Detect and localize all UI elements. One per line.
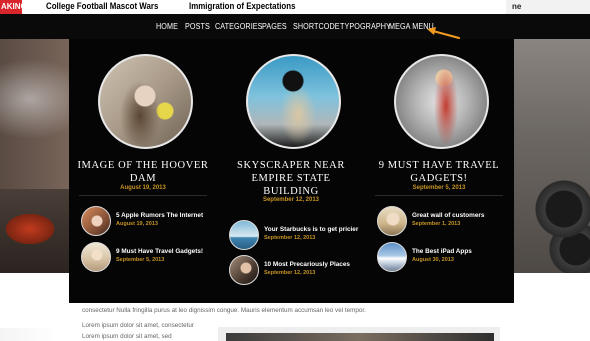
featured-title[interactable]: SKYSCRAPER NEAR EMPIRE STATE BUILDING xyxy=(221,159,361,198)
ticker-right-panel: ne xyxy=(506,0,590,14)
post-date: August 30, 2013 xyxy=(412,257,454,263)
mega-column-3: 9 MUST HAVE TRAVEL GADGETS! September 5,… xyxy=(365,39,513,303)
nav-pages[interactable]: PAGES xyxy=(262,14,287,39)
post-title[interactable]: Your Starbucks is to get pricier xyxy=(264,226,358,233)
post-thumbnail[interactable] xyxy=(377,206,407,236)
sidebar-image[interactable] xyxy=(226,333,494,341)
body-paragraph: consectetur Nulla fringilla purus at leo… xyxy=(82,307,366,314)
featured-image[interactable] xyxy=(394,54,489,149)
post-title[interactable]: 9 Must Have Travel Gadgets! xyxy=(116,248,203,255)
breaking-tag: AKING xyxy=(0,0,22,14)
mega-column-1: IMAGE OF THE HOOVER DAM August 19, 2013 … xyxy=(69,39,217,303)
post-date: September 12, 2013 xyxy=(264,235,316,241)
nav-shortcode[interactable]: SHORTCODE xyxy=(293,14,340,39)
divider xyxy=(79,195,207,196)
nav-typography[interactable]: TYPOGRAPHY xyxy=(340,14,391,39)
post-date: September 1, 2013 xyxy=(412,221,461,227)
post-item[interactable]: Great wall of customers September 1, 201… xyxy=(377,206,513,238)
featured-date: September 5, 2013 xyxy=(412,185,466,191)
post-title[interactable]: 5 Apple Rumors The Internet xyxy=(116,212,203,219)
featured-title[interactable]: IMAGE OF THE HOOVER DAM xyxy=(73,159,213,185)
body-paragraph: Lorem ipsum dolor sit amet, sed xyxy=(82,333,172,340)
ticker-link-1[interactable]: College Football Mascot Wars xyxy=(46,0,158,13)
featured-title[interactable]: 9 MUST HAVE TRAVEL GADGETS! xyxy=(369,159,509,185)
ticker-link-2[interactable]: Immigration of Expectations xyxy=(189,0,296,13)
post-item[interactable]: 9 Must Have Travel Gadgets! September 5,… xyxy=(81,242,217,274)
post-item[interactable]: 5 Apple Rumors The Internet August 19, 2… xyxy=(81,206,217,238)
post-thumbnail[interactable] xyxy=(229,220,259,250)
featured-date: September 12, 2013 xyxy=(262,197,320,203)
post-thumbnail[interactable] xyxy=(229,255,259,285)
breaking-news-ticker: AKING College Football Mascot Wars Immig… xyxy=(0,0,590,14)
nav-home[interactable]: HOME xyxy=(156,14,178,39)
body-paragraph: Lorem ipsum dolor sit amet, consectetur xyxy=(82,322,194,329)
post-date: September 5, 2013 xyxy=(116,257,165,263)
hero-tires-image xyxy=(514,39,590,273)
left-decoration xyxy=(0,328,60,341)
featured-date: August 19, 2013 xyxy=(120,185,166,191)
post-date: September 12, 2013 xyxy=(264,270,316,276)
nav-posts[interactable]: POSTS xyxy=(185,14,210,39)
mega-column-2: SKYSCRAPER NEAR EMPIRE STATE BUILDING Se… xyxy=(217,39,365,303)
arrow-pointer-icon xyxy=(427,27,461,40)
post-thumbnail[interactable] xyxy=(81,206,111,236)
post-title[interactable]: Great wall of customers xyxy=(412,212,484,219)
post-date: August 19, 2013 xyxy=(116,221,158,227)
post-title[interactable]: 10 Most Precariously Places xyxy=(264,261,350,268)
post-title[interactable]: The Best iPad Apps xyxy=(412,248,472,255)
post-item[interactable]: 10 Most Precariously Places September 12… xyxy=(229,255,365,287)
post-item[interactable]: The Best iPad Apps August 30, 2013 xyxy=(377,242,513,274)
post-item[interactable]: Your Starbucks is to get pricier Septemb… xyxy=(229,220,365,252)
featured-image[interactable] xyxy=(98,54,193,149)
mega-menu-panel: IMAGE OF THE HOOVER DAM August 19, 2013 … xyxy=(69,39,514,303)
post-thumbnail[interactable] xyxy=(81,242,111,272)
main-navigation: HOME POSTS CATEGORIES PAGES SHORTCODE TY… xyxy=(0,14,590,39)
featured-image[interactable] xyxy=(246,54,341,149)
hero-car-image xyxy=(0,189,70,273)
nav-categories[interactable]: CATEGORIES xyxy=(215,14,263,39)
post-thumbnail[interactable] xyxy=(377,242,407,272)
divider xyxy=(375,195,503,196)
